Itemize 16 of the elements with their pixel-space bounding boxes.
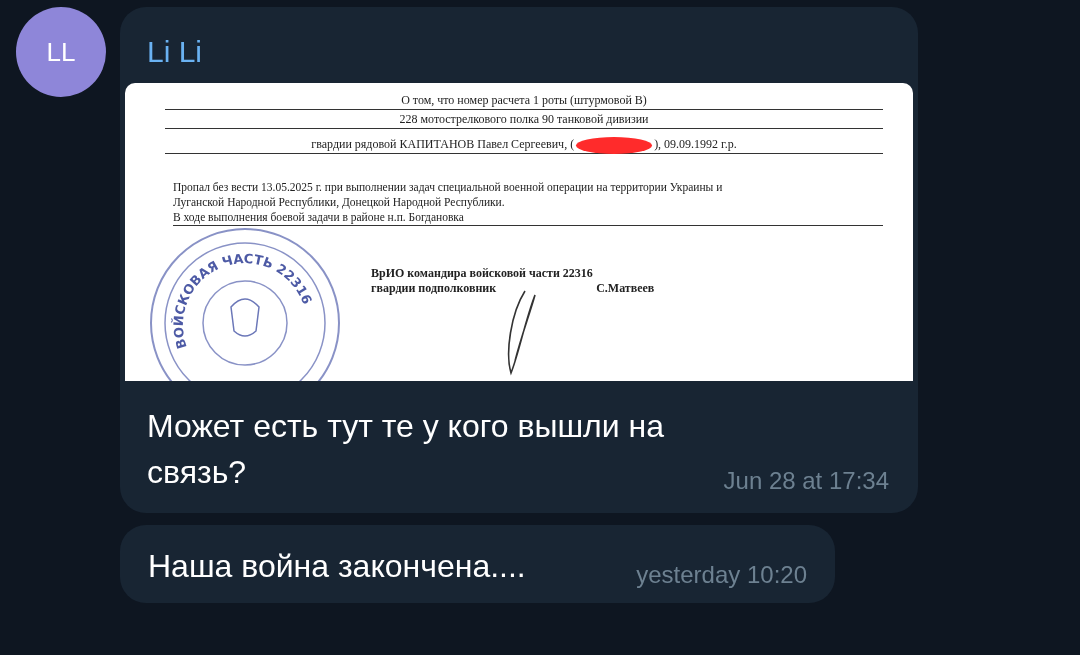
document-text: Луганской Народной Республики, Донецкой Народной Республики. [173, 195, 506, 210]
document-text: ), 09.09.1992 г.р. [654, 137, 737, 151]
document-heading: О том, что номер расчета 1 роты (штурмовой В) [165, 91, 883, 110]
document-text: гвардии рядовой КАПИТАНОВ Павел Сергеевич, ( [311, 137, 575, 151]
document-text: Пропал без вести 13.05.2025 г. при выполнении задач специальной военной операции на территории Украины и [173, 180, 724, 195]
message-text: Может есть тут те у кого вышли на связь? [147, 407, 665, 492]
message-text: Наша война закончена.... [148, 547, 526, 586]
document-heading: 228 мотострелкового полка 90 танковой дивизии [165, 110, 883, 129]
document-text: В ходе выполнения боевой задачи в районе н.п. Богдановка [173, 210, 883, 226]
signature-title: ВрИО командира войсковой части 22316 [371, 266, 594, 281]
signature-name: С.Матвеев [595, 281, 655, 296]
document-image[interactable] [125, 83, 913, 381]
message-time: yesterday 10:20 [636, 561, 807, 589]
message-time: Jun 28 at 17:34 [723, 467, 889, 495]
sender-name[interactable]: Li Li [125, 25, 913, 83]
signature-rank: гвардии подполковник [371, 281, 497, 296]
